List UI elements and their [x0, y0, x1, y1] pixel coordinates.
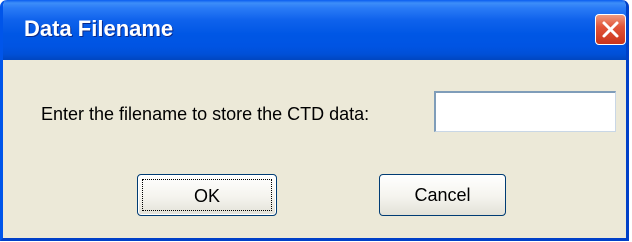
ok-button[interactable]: OK	[137, 174, 277, 216]
cancel-button[interactable]: Cancel	[379, 174, 506, 216]
dialog-title: Data Filename	[24, 16, 174, 41]
close-icon	[602, 21, 619, 38]
filename-prompt-label: Enter the filename to store the CTD data…	[41, 104, 370, 124]
data-filename-dialog: Data Filename Enter the filename to stor…	[0, 0, 629, 241]
close-button[interactable]	[595, 14, 626, 45]
filename-input[interactable]	[434, 91, 616, 132]
title-bar[interactable]: Data Filename	[3, 0, 626, 60]
ok-button-label: OK	[142, 179, 272, 211]
